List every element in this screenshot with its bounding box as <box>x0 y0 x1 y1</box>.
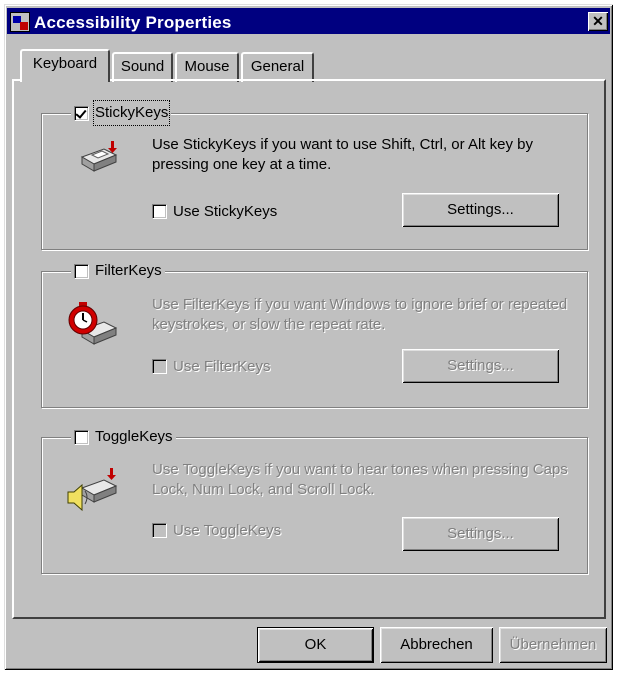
filterkeys-settings-label: Settings... <box>447 357 514 374</box>
use-filterkeys-check-box[interactable] <box>152 359 167 374</box>
tab-mouse-label: Mouse <box>184 58 230 75</box>
filterkeys-settings-button[interactable]: Settings... <box>402 349 559 383</box>
stickykeys-description: Use StickyKeys if you want to use Shift,… <box>152 136 533 173</box>
tab-keyboard[interactable]: Keyboard <box>20 49 110 82</box>
use-filterkeys-label: Use FilterKeys <box>173 358 271 375</box>
use-stickykeys-label: Use StickyKeys <box>173 203 278 220</box>
filterkeys-group <box>41 271 588 408</box>
stickykeys-settings-label: Settings... <box>447 201 514 218</box>
stickykeys-legend-label: StickyKeys <box>92 100 171 126</box>
use-stickykeys-check-box[interactable] <box>152 204 167 219</box>
toggle-keys-speaker-icon <box>64 466 122 518</box>
cancel-button[interactable]: Abbrechen <box>380 627 493 663</box>
apply-button[interactable]: Übernehmen <box>499 627 607 663</box>
close-button[interactable]: ✕ <box>588 12 608 31</box>
use-togglekeys-check-box[interactable] <box>152 523 167 538</box>
filterkeys-legend-label: FilterKeys <box>95 262 162 279</box>
active-tab-joint <box>22 79 108 82</box>
tab-mouse[interactable]: Mouse <box>175 52 239 82</box>
togglekeys-description: Use ToggleKeys if you want to hear tones… <box>152 461 568 498</box>
tab-sound-label: Sound <box>120 58 165 75</box>
tab-keyboard-label: Keyboard <box>32 55 98 72</box>
togglekeys-settings-label: Settings... <box>447 525 514 542</box>
filter-keys-stopwatch-icon <box>64 300 122 354</box>
tab-sound[interactable]: Sound <box>112 52 173 82</box>
togglekeys-legend-checkbox[interactable]: ToggleKeys <box>71 426 176 448</box>
ok-label: OK <box>304 636 327 653</box>
togglekeys-settings-button[interactable]: Settings... <box>402 517 559 551</box>
tab-general[interactable]: General <box>241 52 314 82</box>
filterkeys-description: Use FilterKeys if you want Windows to ig… <box>152 296 568 333</box>
window-title: Accessibility Properties <box>34 13 232 32</box>
stickykeys-legend-checkbox[interactable]: StickyKeys <box>71 100 172 126</box>
filterkeys-legend-check-box[interactable] <box>74 263 89 279</box>
togglekeys-legend-check-box[interactable] <box>74 429 89 445</box>
stickykeys-settings-button[interactable]: Settings... <box>402 193 559 227</box>
filterkeys-legend-checkbox[interactable]: FilterKeys <box>71 260 165 282</box>
togglekeys-legend-label: ToggleKeys <box>95 428 173 445</box>
close-icon: ✕ <box>592 13 604 29</box>
use-togglekeys-label: Use ToggleKeys <box>173 522 282 539</box>
tab-general-label: General <box>250 58 305 75</box>
use-filterkeys-checkbox[interactable]: Use FilterKeys <box>152 358 271 375</box>
use-togglekeys-checkbox[interactable]: Use ToggleKeys <box>152 522 281 539</box>
sticky-keys-icon <box>78 139 122 181</box>
togglekeys-group <box>41 437 588 574</box>
apply-label: Übernehmen <box>509 636 597 653</box>
ok-button[interactable]: OK <box>257 627 374 663</box>
use-stickykeys-checkbox[interactable]: Use StickyKeys <box>152 203 277 220</box>
stickykeys-legend-check-box[interactable] <box>74 105 89 121</box>
app-icon[interactable] <box>10 12 30 32</box>
stickykeys-group <box>41 113 588 250</box>
cancel-label: Abbrechen <box>400 636 473 653</box>
